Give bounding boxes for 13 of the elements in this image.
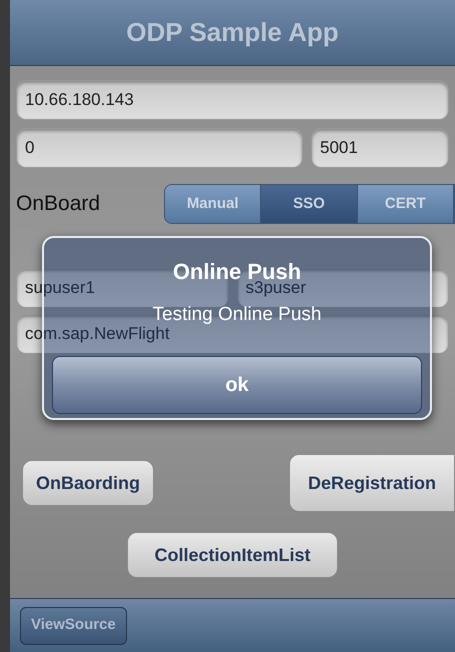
view-source-button[interactable]: ViewSource xyxy=(20,606,127,644)
deregistration-button[interactable]: DeRegistration xyxy=(288,454,455,512)
ok-button[interactable]: ok xyxy=(52,356,422,414)
collection-item-list-button[interactable]: CollectionItemList xyxy=(127,532,338,578)
segment-tab[interactable]: SSO xyxy=(261,185,358,223)
segment-tab[interactable]: Manual xyxy=(165,185,262,223)
text-field[interactable]: 0 xyxy=(16,128,303,168)
text-field[interactable]: 10.66.180.143 xyxy=(16,80,449,120)
onboarding-button[interactable]: OnBaording xyxy=(22,460,154,506)
nav-title: ODP Sample App xyxy=(126,16,339,49)
segment-tab[interactable]: CERT xyxy=(358,185,454,223)
text-field[interactable]: 5001 xyxy=(311,128,449,168)
onboard-label: OnBoard xyxy=(16,191,102,218)
